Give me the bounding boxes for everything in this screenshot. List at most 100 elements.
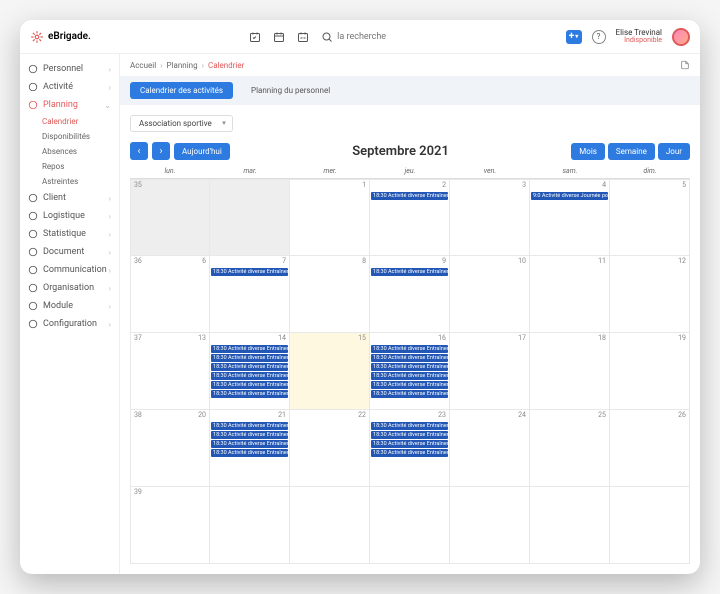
calendar-cell[interactable]: 1337 [130,333,210,410]
sidebar-sub-disponibilités[interactable]: Disponibilités [42,129,119,144]
calendar-cell[interactable] [530,487,610,564]
sidebar-sub-astreintes[interactable]: Astreintes [42,174,119,189]
calendar-cell[interactable]: 1418:30 Activité diverse Entraîneme18:30… [210,333,290,410]
calendar-event[interactable]: 18:30 Activité diverse Entraîneme [371,372,448,380]
calendar-event[interactable]: 18:30 Activité diverse Entraîneme [211,354,288,362]
sidebar-item-configuration[interactable]: Configuration› [20,315,119,333]
calendar-cell[interactable] [370,487,450,564]
calendar-event[interactable]: 18:30 Activité diverse Entraîneme [371,422,448,430]
calendar-cell[interactable]: 22 [290,410,370,487]
sidebar-sub-calendrier[interactable]: Calendrier [42,114,119,129]
calendar-cell[interactable]: 718:30 Activité diverse Entraîneme [210,256,290,333]
sidebar-item-communication[interactable]: Communication› [20,261,119,279]
sidebar-item-logistique[interactable]: Logistique› [20,207,119,225]
help-icon[interactable]: ? [592,30,606,44]
calendar-event[interactable]: 9:0 Activité diverse Journée porte [531,192,608,200]
calendar-event[interactable]: 18:30 Activité diverse Entraîneme [371,354,448,362]
calendar-cell[interactable] [290,487,370,564]
calendar-cell[interactable]: 26 [610,410,690,487]
calendar-event[interactable]: 18:30 Activité diverse Entraîneme [371,440,448,448]
calendar-cell[interactable]: 218:30 Activité diverse Entraîneme [370,179,450,256]
calendar-cell[interactable] [610,487,690,564]
calendar-cell[interactable]: 3 [450,179,530,256]
calendar-cell[interactable]: 8 [290,256,370,333]
calendar-cell[interactable] [210,487,290,564]
sidebar-item-module[interactable]: Module› [20,297,119,315]
tab-activities[interactable]: Calendrier des activités [130,82,233,99]
filter-select[interactable]: Association sportive [130,115,233,132]
user-info[interactable]: Elise Trevinal Indisponible [616,29,662,44]
calendar-cell[interactable]: 12 [610,256,690,333]
calendar-event[interactable]: 18:30 Activité diverse Entraîneme [211,449,288,457]
search-input[interactable] [337,32,407,42]
check-calendar-icon[interactable] [249,31,261,43]
sidebar-sub-repos[interactable]: Repos [42,159,119,174]
calendar-cell[interactable]: 10 [450,256,530,333]
sidebar-item-personnel[interactable]: Personnel› [20,60,119,78]
crumb-planning[interactable]: Planning [167,61,198,70]
calendar-event[interactable]: 18:30 Activité diverse Entraîneme [211,390,288,398]
sidebar-item-client[interactable]: Client› [20,189,119,207]
calendar-event[interactable]: 18:30 Activité diverse Entraîneme [211,372,288,380]
today-button[interactable]: Aujourd'hui [174,143,230,160]
calendar-event[interactable]: 18:30 Activité diverse Entraîneme [371,431,448,439]
calendar-event[interactable]: 18:30 Activité diverse Entraîneme [371,449,448,457]
menu-icon [28,64,38,74]
calendar-cell[interactable]: 39 [130,487,210,564]
calendar-cell[interactable]: 18 [530,333,610,410]
next-button[interactable]: › [152,142,170,160]
calendar-cell[interactable]: 25 [530,410,610,487]
calendar-cell[interactable]: 918:30 Activité diverse Entraîneme [370,256,450,333]
sidebar-item-document[interactable]: Document› [20,243,119,261]
search-box[interactable] [321,31,407,43]
add-button[interactable]: +▾ [566,30,582,44]
sidebar-item-planning[interactable]: Planning⌄ [20,96,119,114]
view-week[interactable]: Semaine [608,143,655,160]
calendar-cell[interactable] [210,179,290,256]
sidebar-item-activité[interactable]: Activité› [20,78,119,96]
calendar-cell[interactable]: 49:0 Activité diverse Journée porte [530,179,610,256]
calendar-event[interactable]: 18:30 Activité diverse Entraîneme [211,431,288,439]
calendar-cell[interactable]: 17 [450,333,530,410]
calendar-icon[interactable] [273,31,285,43]
day-number: 24 [518,411,526,419]
calendar-event[interactable]: 18:30 Activité diverse Entraîneme [211,381,288,389]
calendar-cell[interactable]: 24 [450,410,530,487]
calendar-event[interactable]: 18:30 Activité diverse Entraîneme [371,363,448,371]
calendar-cell[interactable]: 1 [290,179,370,256]
calendar-cell[interactable]: 11 [530,256,610,333]
calendar-event[interactable]: 18:30 Activité diverse Entraîneme [211,345,288,353]
calendar-event[interactable]: 18:30 Activité diverse Entraîneme [371,192,448,200]
calendar-event[interactable]: 18:30 Activité diverse Entraîneme [371,381,448,389]
calendar-event[interactable]: 18:30 Activité diverse Entraîneme [371,345,448,353]
calendar-event[interactable]: 18:30 Activité diverse Entraîneme [211,268,288,276]
calendar-cell[interactable]: 19 [610,333,690,410]
prev-button[interactable]: ‹ [130,142,148,160]
calendar-cell[interactable] [450,487,530,564]
tab-personnel[interactable]: Planning du personnel [241,82,340,99]
calendar-cell[interactable]: 35 [130,179,210,256]
calendar-cell[interactable]: 1618:30 Activité diverse Entraîneme18:30… [370,333,450,410]
sidebar-sub-absences[interactable]: Absences [42,144,119,159]
calendar-cell[interactable]: 5 [610,179,690,256]
document-icon[interactable] [680,60,690,70]
calendar-range-icon[interactable] [297,31,309,43]
calendar-cell[interactable]: 15 [290,333,370,410]
logo[interactable]: eBrigade. [30,30,91,44]
calendar-cell[interactable]: 2318:30 Activité diverse Entraîneme18:30… [370,410,450,487]
sidebar-item-statistique[interactable]: Statistique› [20,225,119,243]
calendar-cell[interactable]: 636 [130,256,210,333]
view-day[interactable]: Jour [658,143,690,160]
calendar-event[interactable]: 18:30 Activité diverse Entraîneme [371,390,448,398]
calendar-event[interactable]: 18:30 Activité diverse Entraîneme [211,363,288,371]
sidebar-item-organisation[interactable]: Organisation› [20,279,119,297]
chevron-icon: ⌄ [104,101,111,110]
view-month[interactable]: Mois [571,143,605,160]
calendar-event[interactable]: 18:30 Activité diverse Entraîneme [211,440,288,448]
crumb-home[interactable]: Accueil [130,61,156,70]
calendar-event[interactable]: 18:30 Activité diverse Entraîneme [371,268,448,276]
calendar-cell[interactable]: 2118:30 Activité diverse Entraîneme18:30… [210,410,290,487]
avatar[interactable] [672,28,690,46]
calendar-event[interactable]: 18:30 Activité diverse Entraîneme [211,422,288,430]
calendar-cell[interactable]: 2038 [130,410,210,487]
